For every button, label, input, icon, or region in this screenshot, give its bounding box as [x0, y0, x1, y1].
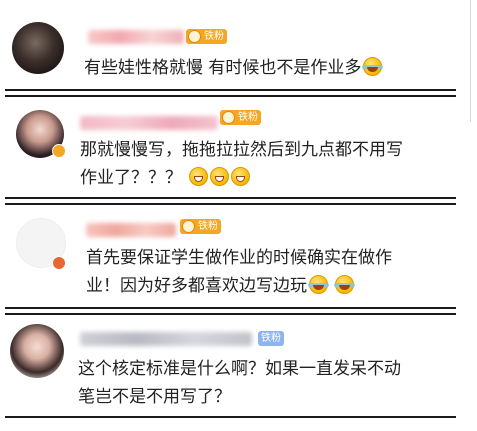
username-blurred[interactable] — [88, 30, 184, 44]
medal-icon — [222, 111, 235, 124]
fan-badge: 铁粉 — [258, 331, 284, 346]
laugh-cry-emoji — [362, 57, 384, 76]
username-blurred[interactable] — [80, 332, 252, 346]
separator — [5, 89, 456, 91]
grin-emoji — [210, 167, 230, 186]
comment-text: 首先要保证学生做作业的时候确实在做作 业！因为好多都喜欢边写边玩 — [86, 248, 392, 296]
grin-emoji — [231, 167, 251, 186]
vip-icon — [52, 256, 66, 270]
username-blurred[interactable] — [86, 223, 176, 237]
separator — [5, 95, 456, 97]
scrollbar[interactable] — [470, 0, 471, 122]
laugh-cry-emoji — [334, 275, 356, 294]
username-blurred[interactable] — [80, 116, 218, 130]
separator — [5, 307, 456, 309]
fan-badge: 铁粉 — [186, 29, 227, 44]
separator — [5, 203, 456, 205]
vip-icon — [52, 144, 66, 158]
laugh-cry-emoji — [308, 275, 329, 294]
medal-icon — [188, 30, 201, 43]
fan-badge: 铁粉 — [180, 219, 221, 234]
comment-text: 有些娃性格就慢 有时候也不是作业多 — [84, 54, 384, 82]
separator — [5, 416, 456, 418]
separator — [5, 197, 456, 199]
avatar[interactable] — [12, 22, 64, 74]
fan-badge: 铁粉 — [220, 110, 261, 125]
grin-emoji — [189, 167, 209, 186]
comment-text: 那就慢慢写，拖拖拉拉然后到九点都不用写 作业了？？？ — [80, 140, 403, 188]
avatar[interactable] — [10, 324, 64, 378]
separator — [5, 313, 456, 315]
comment-text: 这个核定标准是什么啊？如果一直发呆不动 笔岂不是不用写了？ — [78, 359, 401, 407]
medal-icon — [182, 220, 195, 233]
